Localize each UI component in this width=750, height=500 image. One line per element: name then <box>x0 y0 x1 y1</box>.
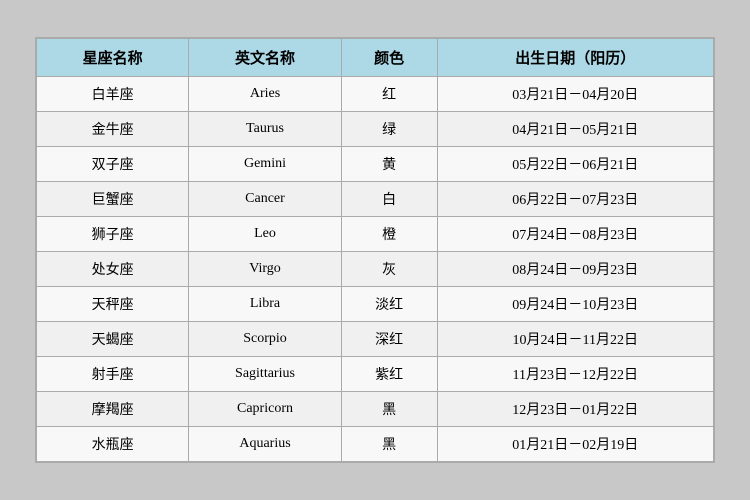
cell-color: 灰 <box>341 252 437 287</box>
header-chinese-name: 星座名称 <box>37 39 189 77</box>
table-body: 白羊座Aries红03月21日－04月20日金牛座Taurus绿04月21日－0… <box>37 77 714 462</box>
cell-dates: 09月24日－10月23日 <box>437 287 713 322</box>
cell-chinese-name: 水瓶座 <box>37 427 189 462</box>
cell-chinese-name: 处女座 <box>37 252 189 287</box>
cell-dates: 11月23日－12月22日 <box>437 357 713 392</box>
cell-color: 淡红 <box>341 287 437 322</box>
cell-dates: 05月22日－06月21日 <box>437 147 713 182</box>
cell-color: 紫红 <box>341 357 437 392</box>
header-english-name: 英文名称 <box>189 39 341 77</box>
cell-english-name: Gemini <box>189 147 341 182</box>
table-row: 白羊座Aries红03月21日－04月20日 <box>37 77 714 112</box>
table-row: 巨蟹座Cancer白06月22日－07月23日 <box>37 182 714 217</box>
cell-chinese-name: 双子座 <box>37 147 189 182</box>
cell-dates: 03月21日－04月20日 <box>437 77 713 112</box>
cell-chinese-name: 天秤座 <box>37 287 189 322</box>
zodiac-table: 星座名称 英文名称 颜色 出生日期（阳历） 白羊座Aries红03月21日－04… <box>36 38 714 462</box>
cell-color: 黄 <box>341 147 437 182</box>
cell-chinese-name: 狮子座 <box>37 217 189 252</box>
cell-color: 绿 <box>341 112 437 147</box>
cell-english-name: Virgo <box>189 252 341 287</box>
cell-color: 白 <box>341 182 437 217</box>
cell-english-name: Taurus <box>189 112 341 147</box>
cell-color: 深红 <box>341 322 437 357</box>
cell-color: 黑 <box>341 392 437 427</box>
zodiac-table-container: 星座名称 英文名称 颜色 出生日期（阳历） 白羊座Aries红03月21日－04… <box>35 37 715 463</box>
cell-english-name: Sagittarius <box>189 357 341 392</box>
cell-dates: 06月22日－07月23日 <box>437 182 713 217</box>
cell-english-name: Cancer <box>189 182 341 217</box>
cell-dates: 08月24日－09月23日 <box>437 252 713 287</box>
cell-dates: 04月21日－05月21日 <box>437 112 713 147</box>
cell-english-name: Scorpio <box>189 322 341 357</box>
header-color: 颜色 <box>341 39 437 77</box>
cell-english-name: Leo <box>189 217 341 252</box>
cell-dates: 12月23日－01月22日 <box>437 392 713 427</box>
cell-dates: 07月24日－08月23日 <box>437 217 713 252</box>
cell-chinese-name: 射手座 <box>37 357 189 392</box>
header-birth-date: 出生日期（阳历） <box>437 39 713 77</box>
cell-chinese-name: 摩羯座 <box>37 392 189 427</box>
cell-chinese-name: 金牛座 <box>37 112 189 147</box>
cell-english-name: Libra <box>189 287 341 322</box>
cell-chinese-name: 巨蟹座 <box>37 182 189 217</box>
table-row: 天蝎座Scorpio深红10月24日－11月22日 <box>37 322 714 357</box>
cell-chinese-name: 天蝎座 <box>37 322 189 357</box>
table-header-row: 星座名称 英文名称 颜色 出生日期（阳历） <box>37 39 714 77</box>
table-row: 射手座Sagittarius紫红11月23日－12月22日 <box>37 357 714 392</box>
cell-dates: 10月24日－11月22日 <box>437 322 713 357</box>
cell-english-name: Aries <box>189 77 341 112</box>
cell-english-name: Capricorn <box>189 392 341 427</box>
cell-color: 红 <box>341 77 437 112</box>
table-row: 处女座Virgo灰08月24日－09月23日 <box>37 252 714 287</box>
table-row: 金牛座Taurus绿04月21日－05月21日 <box>37 112 714 147</box>
table-row: 摩羯座Capricorn黑12月23日－01月22日 <box>37 392 714 427</box>
table-row: 双子座Gemini黄05月22日－06月21日 <box>37 147 714 182</box>
table-row: 天秤座Libra淡红09月24日－10月23日 <box>37 287 714 322</box>
table-row: 狮子座Leo橙07月24日－08月23日 <box>37 217 714 252</box>
table-row: 水瓶座Aquarius黑01月21日－02月19日 <box>37 427 714 462</box>
cell-english-name: Aquarius <box>189 427 341 462</box>
cell-color: 橙 <box>341 217 437 252</box>
cell-chinese-name: 白羊座 <box>37 77 189 112</box>
cell-color: 黑 <box>341 427 437 462</box>
cell-dates: 01月21日－02月19日 <box>437 427 713 462</box>
